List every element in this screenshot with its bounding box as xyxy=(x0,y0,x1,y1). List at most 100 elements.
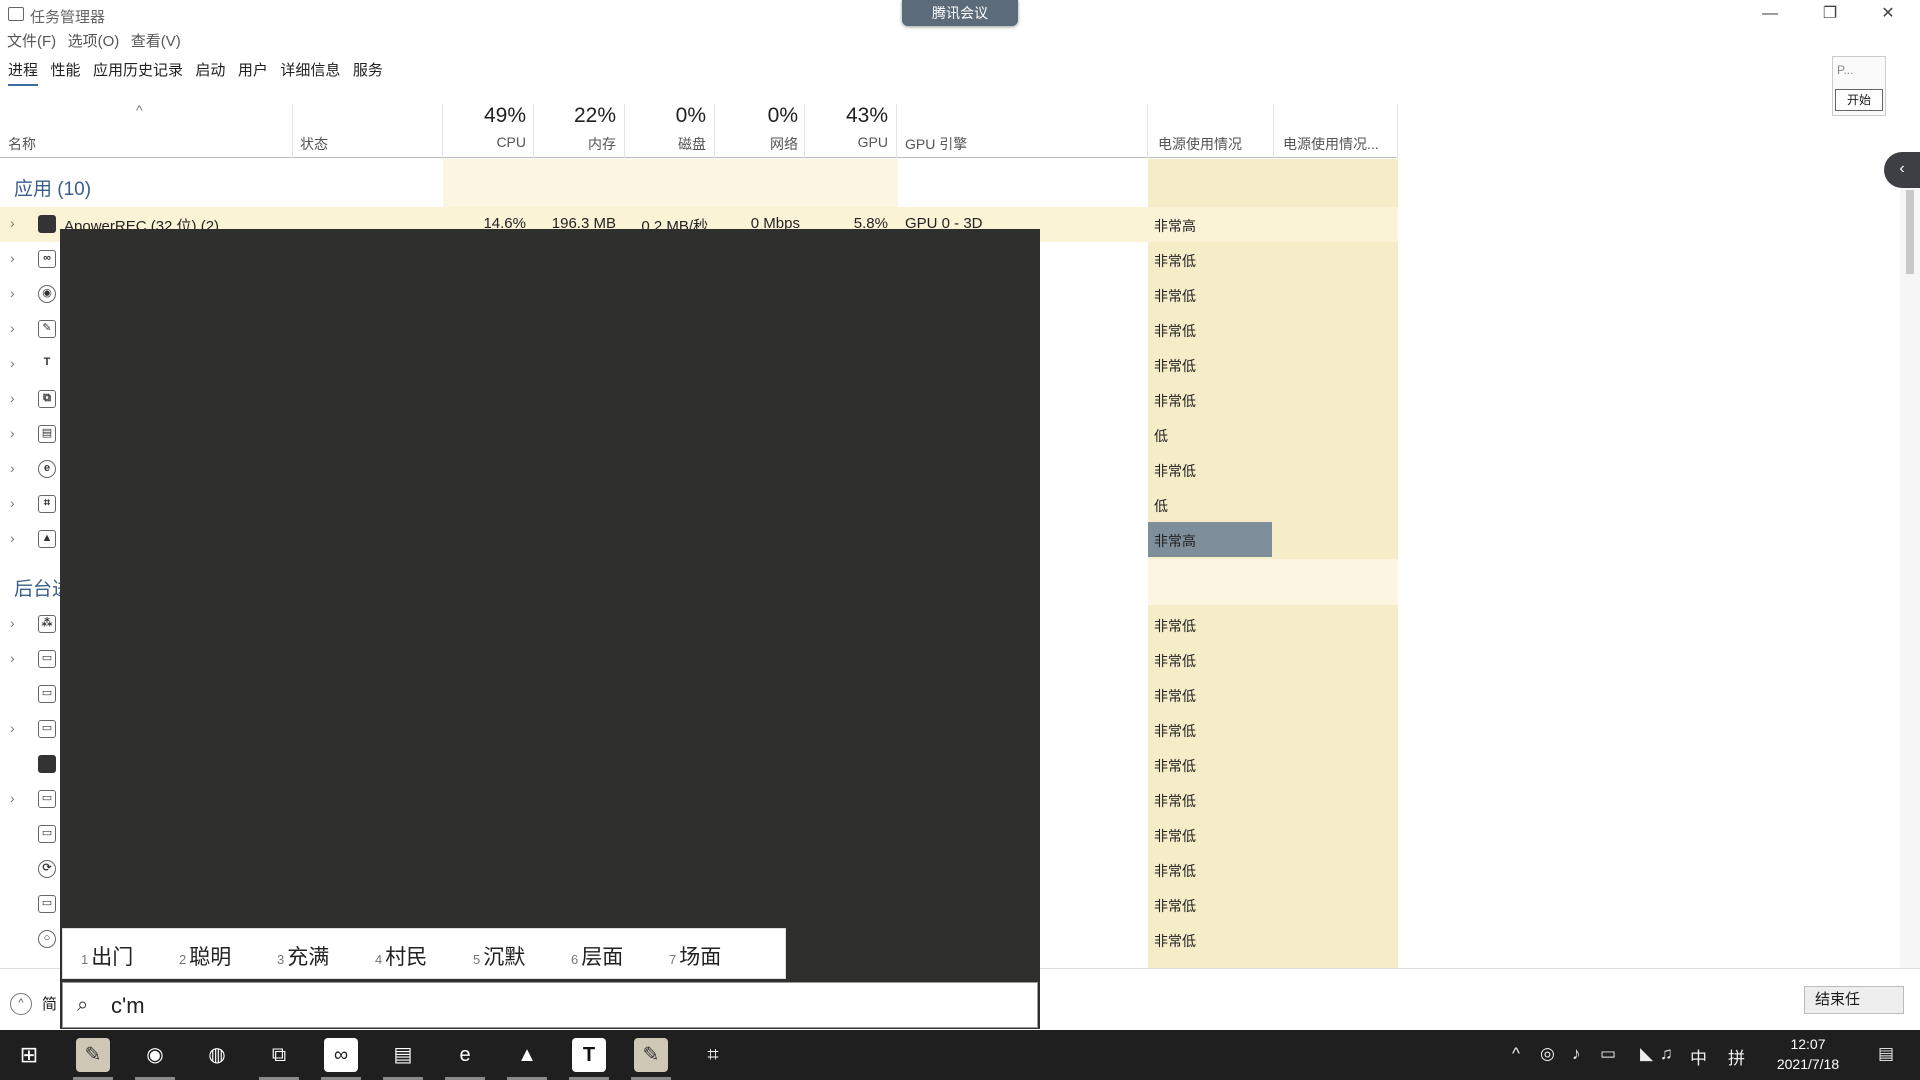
expand-chevron-icon[interactable]: › xyxy=(10,495,15,511)
microphone-icon[interactable]: ♪ xyxy=(1572,1044,1581,1064)
wifi-icon[interactable]: ◣ xyxy=(1640,1044,1653,1064)
scrollbar-thumb[interactable] xyxy=(1906,190,1914,274)
expand-chevron-icon[interactable]: › xyxy=(10,425,15,441)
photos-icon[interactable]: ▲ xyxy=(510,1038,544,1072)
start-button[interactable]: 开始 xyxy=(1835,89,1883,111)
ime-candidate[interactable]: 3 充满 xyxy=(277,941,329,971)
vertical-scrollbar[interactable] xyxy=(1900,156,1920,968)
end-task-button[interactable]: 结束任 xyxy=(1804,986,1904,1014)
apowerrec-icon[interactable]: ✎ xyxy=(634,1038,668,1072)
menu-options[interactable]: 选项(O) xyxy=(68,30,120,54)
windows-start-icon[interactable]: ⊞ xyxy=(12,1038,46,1072)
menu-file[interactable]: 文件(F) xyxy=(7,30,56,54)
chrome-icon[interactable]: ◉ xyxy=(138,1038,172,1072)
ime-candidate[interactable]: 6 层面 xyxy=(571,941,623,971)
expand-chevron-icon[interactable]: › xyxy=(10,320,15,336)
expand-chevron-icon[interactable]: › xyxy=(10,790,15,806)
folder-icon[interactable]: ▤ xyxy=(386,1038,420,1072)
expand-chevron-icon[interactable]: › xyxy=(10,720,15,736)
col-cpu[interactable]: CPU xyxy=(450,134,526,150)
window-app-icon: ▭ xyxy=(38,825,56,843)
tab-users[interactable]: 用户 xyxy=(238,58,268,84)
tab-processes[interactable]: 进程 xyxy=(8,58,39,86)
power-value: 非常低 xyxy=(1154,863,1196,879)
power-value: 非常低 xyxy=(1154,828,1196,844)
col-network[interactable]: 网络 xyxy=(722,134,798,154)
typora-icon[interactable]: T xyxy=(572,1038,606,1072)
expand-chevron-icon[interactable]: › xyxy=(10,390,15,406)
screen-tool-icon[interactable]: ✎ xyxy=(76,1038,110,1072)
expand-chevron-icon[interactable]: › xyxy=(10,250,15,266)
power-value: 非常低 xyxy=(1154,653,1196,669)
power-value: 非常高 xyxy=(1154,533,1196,549)
power-value: 非常低 xyxy=(1154,933,1196,949)
power-value: 非常低 xyxy=(1154,688,1196,704)
col-memory[interactable]: 内存 xyxy=(540,134,616,154)
power-value: 非常低 xyxy=(1154,463,1196,479)
input-language[interactable]: 中 xyxy=(1690,1044,1707,1069)
col-gpu-engine[interactable]: GPU 引擎 xyxy=(905,134,967,154)
expand-chevron-icon[interactable]: › xyxy=(10,215,15,231)
ime-candidate[interactable]: 5 沉默 xyxy=(473,941,525,971)
edge-icon[interactable]: e xyxy=(448,1038,482,1072)
tab-details[interactable]: 详细信息 xyxy=(280,58,340,84)
collapse-chevron-icon[interactable]: ‹ xyxy=(1884,152,1920,188)
tab-performance[interactable]: 性能 xyxy=(50,58,80,84)
wechat-icon[interactable]: ◍ xyxy=(200,1038,234,1072)
notification-icon[interactable]: ▤ xyxy=(1878,1044,1894,1064)
expand-chevron-icon[interactable]: › xyxy=(10,615,15,631)
ime-candidate[interactable]: 2 聪明 xyxy=(179,941,231,971)
typora-icon: T xyxy=(43,356,51,368)
power-value: 非常低 xyxy=(1154,288,1196,304)
power-value: 非常低 xyxy=(1154,618,1196,634)
close-button[interactable]: ✕ xyxy=(1858,0,1918,30)
ime-mode[interactable]: 拼 xyxy=(1728,1044,1745,1069)
chart-tool-icon[interactable]: ⌗ xyxy=(696,1038,730,1072)
search-input[interactable]: ⌕ c'm xyxy=(62,982,1038,1028)
ime-candidate[interactable]: 1 出门 xyxy=(81,941,133,971)
network-percent[interactable]: 0% xyxy=(722,104,798,128)
expand-chevron-icon[interactable]: › xyxy=(10,530,15,546)
gpu-percent[interactable]: 43% xyxy=(812,104,888,128)
volume-icon[interactable]: ♫ xyxy=(1660,1044,1673,1064)
expand-chevron-icon[interactable]: › xyxy=(10,285,15,301)
window-app-icon: ▭ xyxy=(38,685,56,703)
system-clock[interactable]: 12:07 2021/7/18 xyxy=(1760,1034,1856,1074)
cpu-percent[interactable]: 49% xyxy=(450,104,526,128)
window-app-icon: ▭ xyxy=(38,650,56,668)
maximize-button[interactable]: ❐ xyxy=(1800,0,1860,30)
menu-bar: 文件(F) 选项(O) 查看(V) xyxy=(0,30,181,54)
col-name[interactable]: 名称 xyxy=(8,134,36,154)
col-gpu[interactable]: GPU xyxy=(812,134,888,150)
tab-services[interactable]: 服务 xyxy=(353,58,383,84)
tencent-meeting-pill[interactable]: 腾讯会议 xyxy=(902,0,1018,26)
expand-chevron-icon[interactable]: › xyxy=(10,355,15,371)
edge-icon: e xyxy=(38,460,56,478)
tray-app-icon[interactable]: ◎ xyxy=(1540,1044,1555,1064)
minimize-button[interactable]: — xyxy=(1740,0,1800,30)
col-power-trend[interactable]: 电源使用情况... xyxy=(1283,134,1379,154)
tray-expand-icon[interactable]: ^ xyxy=(1512,1044,1520,1064)
screen-tool-icon: ✎ xyxy=(38,320,56,338)
chrome-icon: ◉ xyxy=(38,285,56,303)
tab-startup[interactable]: 启动 xyxy=(195,58,225,84)
baidu-netdisk-icon[interactable]: ∞ xyxy=(324,1038,358,1072)
power-value: 非常低 xyxy=(1154,253,1196,269)
ime-candidate[interactable]: 7 场面 xyxy=(669,941,721,971)
menu-view[interactable]: 查看(V) xyxy=(131,30,181,54)
expand-chevron-icon[interactable]: › xyxy=(10,650,15,666)
col-status[interactable]: 状态 xyxy=(300,134,328,154)
window-app-icon: ▭ xyxy=(38,790,56,808)
multiwindow-icon[interactable]: ⧉ xyxy=(262,1038,296,1072)
battery-icon[interactable]: ▭ xyxy=(1600,1044,1616,1064)
memory-percent[interactable]: 22% xyxy=(540,104,616,128)
col-disk[interactable]: 磁盘 xyxy=(630,134,706,154)
expand-chevron-icon[interactable]: › xyxy=(10,460,15,476)
fewer-details-link[interactable]: 简 xyxy=(42,993,57,1014)
clock-time: 12:07 xyxy=(1790,1036,1826,1052)
chevron-up-icon[interactable]: ^ xyxy=(10,993,32,1015)
ime-candidate[interactable]: 4 村民 xyxy=(375,941,427,971)
tab-app-history[interactable]: 应用历史记录 xyxy=(93,58,183,84)
disk-percent[interactable]: 0% xyxy=(630,104,706,128)
col-power-usage[interactable]: 电源使用情况 xyxy=(1158,134,1242,154)
